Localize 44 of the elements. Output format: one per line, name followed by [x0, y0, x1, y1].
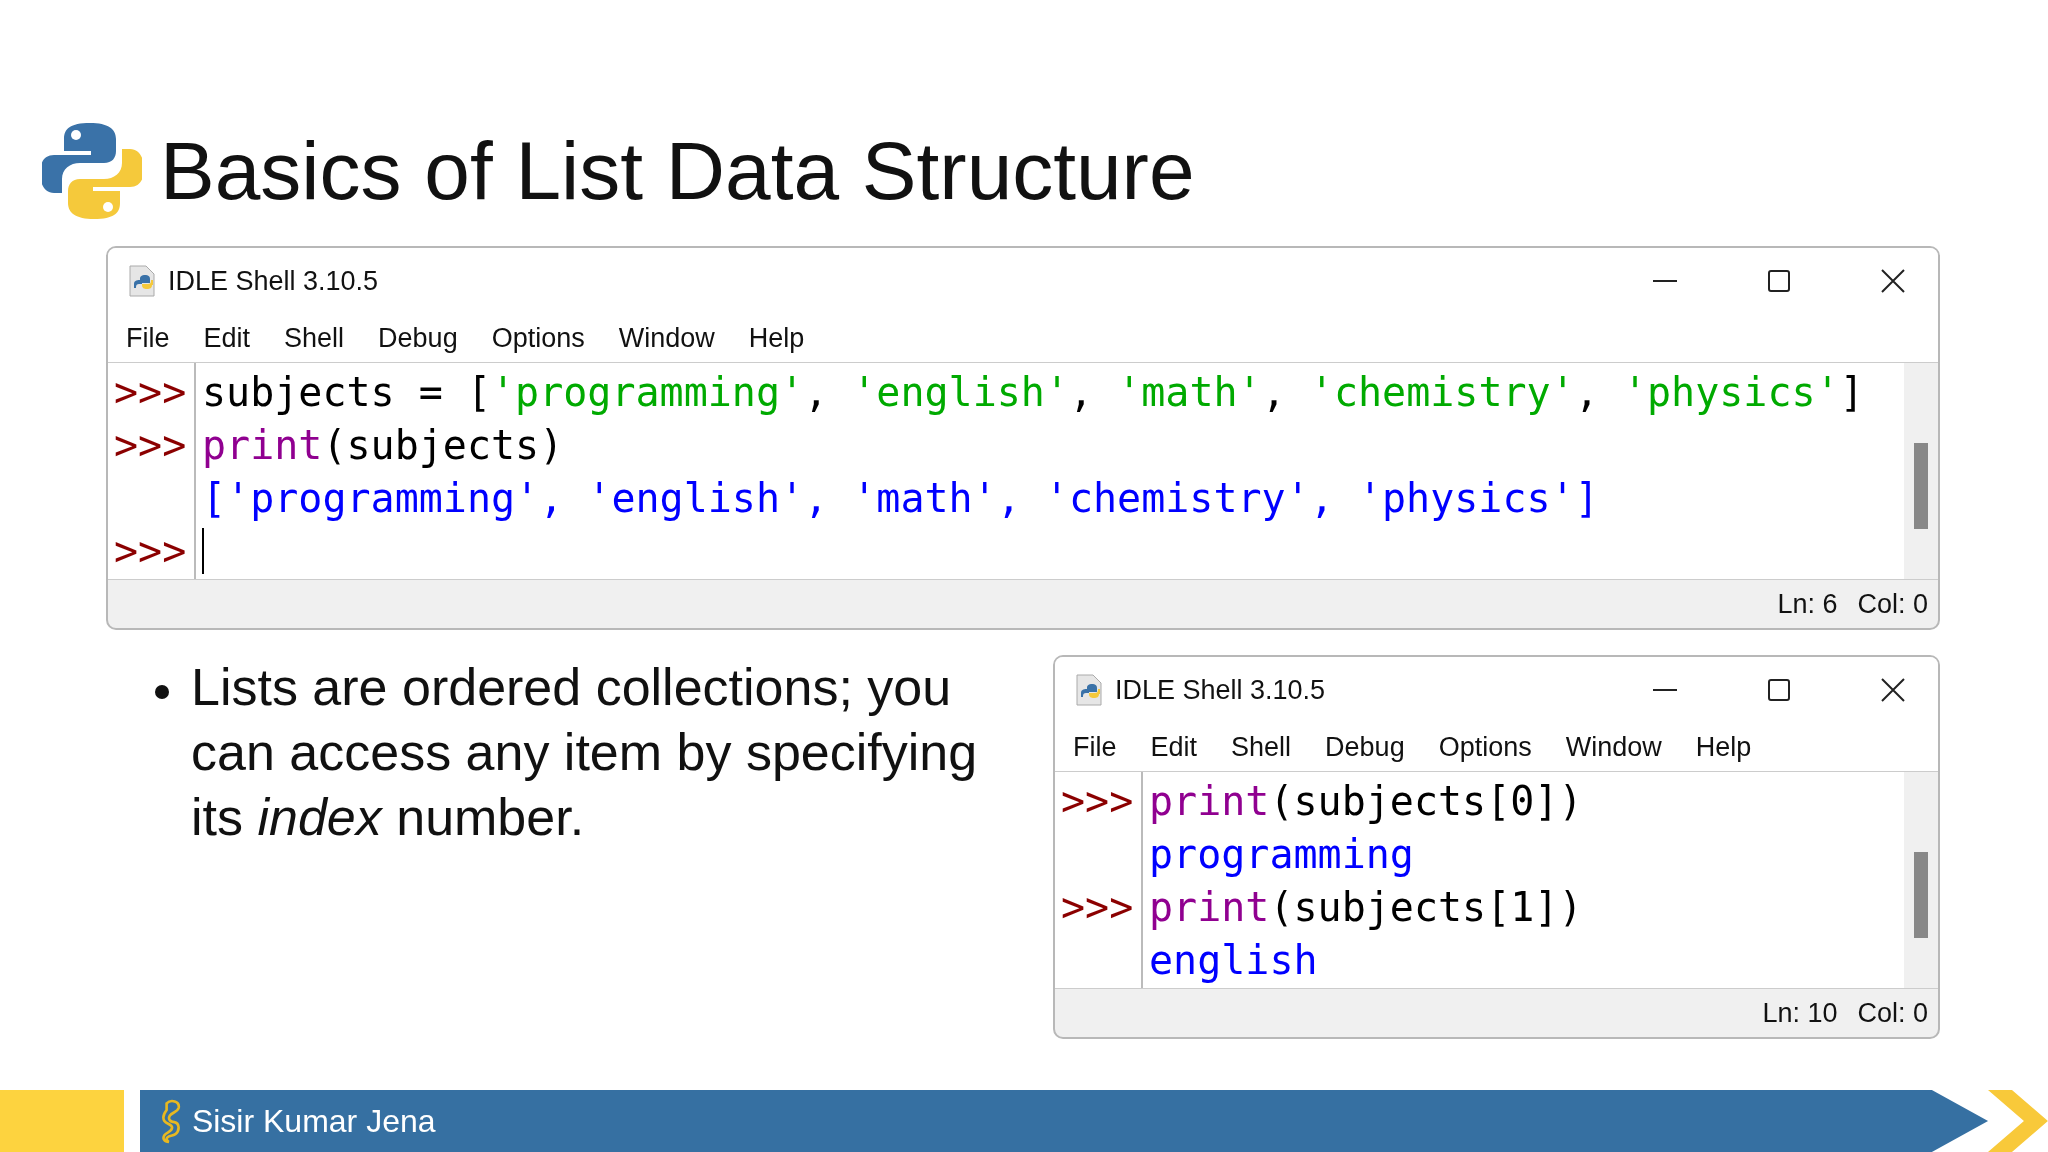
scrollbar-thumb[interactable] [1914, 443, 1928, 529]
menu-item[interactable]: Window [1565, 731, 1662, 763]
shell-prompt: >>> [113, 527, 187, 574]
python-file-icon [128, 265, 158, 297]
code-line: programming [1149, 830, 1414, 877]
window-title: IDLE Shell 3.10.5 [1115, 674, 1326, 706]
scrollbar-thumb[interactable] [1914, 852, 1928, 938]
text-cursor [202, 527, 204, 574]
code-line: print(subjects) [202, 421, 564, 468]
shell-prompt: >>> [1060, 777, 1134, 824]
status-text: Col: 0 [1857, 997, 1928, 1029]
menu-item[interactable]: Shell [284, 322, 345, 354]
menu-item[interactable]: Shell [1231, 731, 1292, 763]
menu-item[interactable]: Options [491, 322, 585, 354]
bullet-text: Lists are ordered collections; you can access any item by specifying its index number. [191, 657, 979, 848]
code-line: print(subjects[1]) [1149, 883, 1583, 930]
bullet-dot [155, 685, 169, 699]
menu-item[interactable]: Edit [1150, 731, 1198, 763]
seahorse-icon [159, 1098, 182, 1144]
menu-item[interactable]: Help [748, 322, 805, 354]
menu-item[interactable]: Debug [1325, 731, 1405, 763]
status-text: Ln: 10 [1762, 997, 1838, 1029]
status-text: Ln: 6 [1777, 588, 1838, 620]
menu-item[interactable]: File [1073, 731, 1117, 763]
menu-item[interactable]: Edit [203, 322, 251, 354]
menu-item[interactable]: Window [618, 322, 715, 354]
chevron-icon [1988, 1090, 2048, 1152]
menu-item[interactable]: Options [1438, 731, 1532, 763]
shell-prompt: >>> [113, 421, 187, 468]
shell-prompt: >>> [113, 368, 187, 415]
window-title: IDLE Shell 3.10.5 [168, 265, 379, 297]
python-file-icon [1075, 674, 1105, 706]
slide-title: Basics of List Data Structure [160, 124, 1195, 218]
author-name: Sisir Kumar Jena [191, 1102, 436, 1140]
menu-item[interactable]: File [126, 322, 170, 354]
status-text: Col: 0 [1857, 588, 1928, 620]
code-line: ['programming', 'english', 'math', 'chemistry', 'physics'] [202, 474, 1599, 521]
code-line: subjects = ['programming', 'english', 'math', 'chemistry', 'physics'] [202, 368, 1864, 415]
code-line: print(subjects[0]) [1149, 777, 1583, 824]
menu-item[interactable]: Debug [378, 322, 458, 354]
code-line: english [1149, 936, 1318, 983]
shell-prompt: >>> [1060, 883, 1134, 930]
python-logo-icon [42, 121, 142, 221]
menu-item[interactable]: Help [1695, 731, 1752, 763]
